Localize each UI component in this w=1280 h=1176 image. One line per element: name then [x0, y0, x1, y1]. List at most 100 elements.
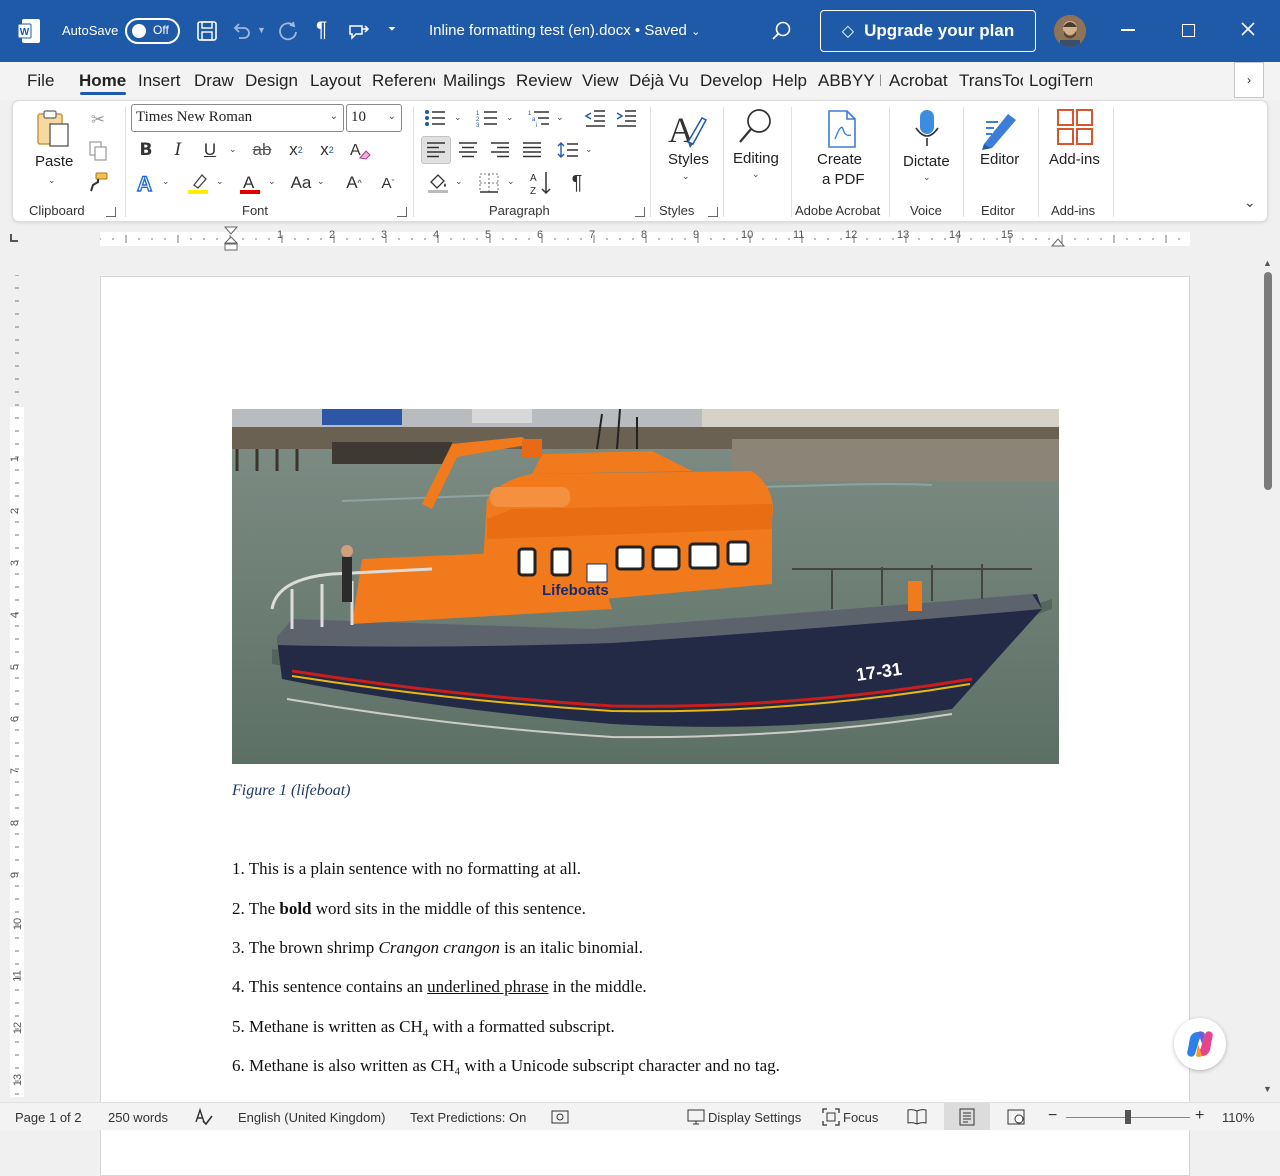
tab-logiterm[interactable]: LogiTerm [1029, 71, 1092, 91]
numbering-icon[interactable]: 123 [475, 107, 499, 129]
document-page[interactable]: Lifeboats 17-31 Figure 1 (lifeboat) 1. T… [100, 276, 1190, 1176]
undo-icon[interactable] [230, 20, 252, 42]
grow-font-icon[interactable]: A ^ [343, 171, 365, 195]
highlight-icon[interactable] [185, 170, 211, 196]
search-icon[interactable] [771, 20, 793, 42]
review-icon[interactable] [348, 20, 370, 42]
customize-qat-icon[interactable]: ⏷ [388, 24, 396, 35]
paste-label[interactable]: Paste [35, 153, 73, 170]
multilevel-list-icon[interactable]: 1ai [527, 107, 551, 129]
align-left-icon[interactable] [421, 136, 451, 164]
undo-dropdown-icon[interactable]: ▼ [257, 25, 266, 35]
scroll-up-icon[interactable]: ▲ [1263, 258, 1272, 268]
word-logo-icon[interactable]: W [18, 19, 40, 43]
horizontal-ruler[interactable]: 1 2 3 4 5 6 7 8 9 10 11 12 13 14 15 [0, 226, 1280, 252]
change-case-dropdown-icon[interactable]: ⌄ [317, 177, 325, 187]
tab-mailings[interactable]: Mailings [443, 71, 506, 91]
editor-icon[interactable] [980, 108, 1020, 150]
increase-indent-icon[interactable] [614, 107, 638, 129]
paragraph-2[interactable]: 2. The bold word sits in the middle of t… [232, 899, 586, 919]
highlight-dropdown-icon[interactable]: ⌄ [216, 177, 224, 187]
addins-icon[interactable] [1056, 108, 1094, 146]
shading-icon[interactable] [425, 170, 451, 196]
create-pdf-icon[interactable] [825, 109, 859, 149]
document-title-area[interactable]: Inline formatting test (en).docx • Saved… [429, 22, 700, 39]
right-indent-marker[interactable] [1051, 235, 1065, 247]
read-mode-icon[interactable] [907, 1108, 927, 1126]
borders-dropdown-icon[interactable]: ⌄ [507, 177, 515, 187]
editing-dropdown-icon[interactable]: ⌄ [752, 170, 760, 180]
autosave-toggle[interactable]: Off [125, 18, 180, 44]
zoom-slider-thumb[interactable] [1125, 1110, 1131, 1124]
focus-icon[interactable] [822, 1108, 840, 1126]
subscript-icon[interactable]: x2 [285, 139, 307, 161]
tab-deja-vu[interactable]: Déjà Vu [629, 71, 689, 91]
create-pdf-line1[interactable]: Create [817, 151, 862, 168]
minimize-button[interactable] [1121, 29, 1135, 31]
bold-icon[interactable]: B [135, 139, 157, 161]
align-right-icon[interactable] [488, 139, 512, 161]
avatar[interactable] [1054, 15, 1086, 47]
microphone-icon[interactable] [912, 108, 942, 150]
copy-icon[interactable] [87, 140, 109, 162]
align-center-icon[interactable] [456, 139, 480, 161]
tab-layout[interactable]: Layout [310, 71, 361, 91]
font-size-combo[interactable]: 10 ⌄ [346, 104, 402, 132]
font-color-icon[interactable]: A [237, 170, 263, 196]
borders-icon[interactable] [477, 170, 501, 196]
first-line-indent-marker[interactable] [224, 226, 238, 252]
show-marks-icon[interactable]: ¶ [566, 170, 588, 196]
dictate-label[interactable]: Dictate [903, 153, 950, 170]
text-predictions[interactable]: Text Predictions: On [410, 1110, 526, 1125]
focus-mode[interactable]: Focus [843, 1110, 878, 1125]
clear-formatting-icon[interactable]: A [347, 138, 373, 162]
dictate-dropdown-icon[interactable]: ⌄ [923, 173, 931, 183]
close-button[interactable] [1240, 21, 1256, 37]
numbering-dropdown-icon[interactable]: ⌄ [506, 113, 514, 123]
word-count[interactable]: 250 words [108, 1110, 168, 1125]
line-spacing-icon[interactable] [556, 139, 580, 161]
clipboard-launcher-icon[interactable] [106, 207, 116, 217]
underline-icon[interactable]: U [199, 139, 221, 161]
decrease-indent-icon[interactable] [583, 107, 607, 129]
maximize-button[interactable] [1182, 24, 1195, 37]
scrollbar-thumb[interactable] [1264, 272, 1272, 490]
vertical-ruler[interactable]: 1 2 3 4 5 6 7 8 9 10 11 12 13 [4, 275, 24, 1100]
tab-abbyy[interactable]: ABBYY F [818, 71, 881, 91]
paragraph-6[interactable]: 6. Methane is also written as CH₄ with a… [232, 1056, 780, 1076]
language[interactable]: English (United Kingdom) [238, 1110, 385, 1125]
copilot-button[interactable] [1174, 1018, 1226, 1070]
tab-home[interactable]: Home [79, 71, 126, 91]
line-spacing-dropdown-icon[interactable]: ⌄ [585, 145, 593, 155]
save-icon[interactable] [196, 20, 218, 42]
tab-file[interactable]: File [27, 71, 54, 91]
shading-dropdown-icon[interactable]: ⌄ [455, 177, 463, 187]
print-layout-button[interactable] [944, 1103, 990, 1130]
justify-icon[interactable] [520, 139, 544, 161]
tab-acrobat[interactable]: Acrobat [889, 71, 948, 91]
display-settings-icon[interactable] [687, 1108, 705, 1126]
strikethrough-icon[interactable]: ab [249, 139, 275, 161]
collapse-ribbon-icon[interactable]: ⌄ [1244, 195, 1256, 211]
underline-dropdown-icon[interactable]: ⌄ [229, 145, 237, 155]
format-painter-icon[interactable] [87, 171, 109, 193]
editing-label[interactable]: Editing [733, 150, 779, 167]
font-name-combo[interactable]: Times New Roman ⌄ [131, 104, 344, 132]
addins-label[interactable]: Add-ins [1049, 151, 1100, 168]
tab-review[interactable]: Review [516, 71, 572, 91]
paragraph-1[interactable]: 1. This is a plain sentence with no form… [232, 859, 581, 879]
paragraph-launcher-icon[interactable] [635, 207, 645, 217]
font-color-dropdown-icon[interactable]: ⌄ [268, 177, 276, 187]
redo-icon[interactable] [277, 20, 299, 42]
tabs-scroll-right-icon[interactable]: › [1234, 62, 1264, 98]
tab-developer[interactable]: Develop [700, 71, 762, 91]
page-count[interactable]: Page 1 of 2 [15, 1110, 82, 1125]
tab-view[interactable]: View [582, 71, 619, 91]
styles-dropdown-icon[interactable]: ⌄ [682, 172, 690, 182]
tab-draw[interactable]: Draw [194, 71, 234, 91]
paste-icon[interactable] [35, 109, 73, 149]
display-settings[interactable]: Display Settings [708, 1110, 801, 1125]
multilevel-dropdown-icon[interactable]: ⌄ [556, 113, 564, 123]
tab-design[interactable]: Design [245, 71, 298, 91]
lifeboat-image[interactable]: Lifeboats 17-31 [232, 409, 1059, 764]
